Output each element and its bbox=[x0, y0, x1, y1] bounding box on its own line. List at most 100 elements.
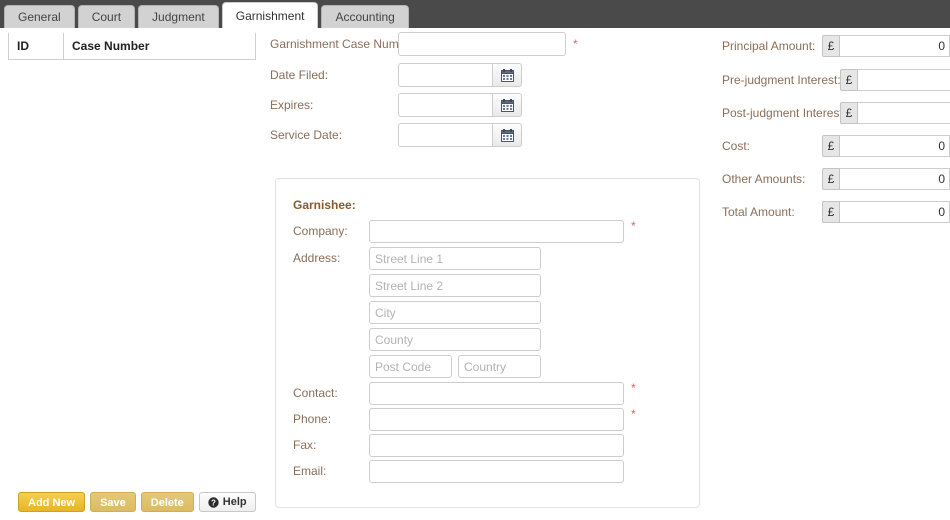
currency-symbol-principal: £ bbox=[822, 35, 840, 57]
field-row-fax: Fax: bbox=[276, 434, 699, 460]
address-street-line-2-input[interactable] bbox=[369, 274, 541, 297]
action-toolbar: Add New Save Delete ? Help bbox=[18, 492, 261, 512]
post-judgment-interest-field: £ bbox=[840, 102, 950, 124]
currency-symbol-post-judgment: £ bbox=[840, 102, 858, 124]
field-row-cost: Cost: £ bbox=[722, 129, 950, 162]
label-case-number: Garnishment Case Number: bbox=[270, 37, 398, 51]
label-other-amounts: Other Amounts: bbox=[722, 172, 822, 186]
field-row-address-street2 bbox=[276, 274, 699, 301]
service-date-picker bbox=[398, 123, 522, 147]
case-number-input[interactable] bbox=[398, 32, 566, 56]
save-button[interactable]: Save bbox=[90, 492, 136, 512]
svg-text:?: ? bbox=[211, 498, 216, 507]
label-total-amount: Total Amount: bbox=[722, 205, 822, 219]
calendar-icon-service-date[interactable] bbox=[492, 123, 522, 147]
tab-garnishment[interactable]: Garnishment bbox=[222, 2, 319, 28]
delete-button[interactable]: Delete bbox=[141, 492, 194, 512]
contact-input[interactable] bbox=[369, 382, 624, 405]
address-country-input[interactable] bbox=[458, 355, 541, 378]
field-row-expires: Expires: bbox=[270, 90, 710, 120]
help-button[interactable]: ? Help bbox=[199, 492, 256, 512]
label-post-judgment-interest: Post-judgment Interest: bbox=[722, 106, 840, 120]
currency-symbol-pre-judgment: £ bbox=[840, 69, 858, 91]
phone-input[interactable] bbox=[369, 408, 624, 431]
calendar-icon-expires[interactable] bbox=[492, 93, 522, 117]
email-input[interactable] bbox=[369, 460, 624, 483]
field-row-address-postcode-country bbox=[276, 355, 699, 382]
case-list-grid: ID Case Number bbox=[8, 33, 256, 59]
principal-amount-field: £ bbox=[822, 35, 950, 57]
address-city-input[interactable] bbox=[369, 301, 541, 324]
date-filed-picker bbox=[398, 63, 522, 87]
pre-judgment-interest-input[interactable] bbox=[858, 69, 950, 91]
label-pre-judgment-interest: Pre-judgment Interest: bbox=[722, 73, 840, 87]
field-row-phone: Phone: * bbox=[276, 408, 699, 434]
currency-symbol-cost: £ bbox=[822, 135, 840, 157]
field-row-company: Company: * bbox=[276, 220, 699, 247]
help-button-label: Help bbox=[223, 492, 247, 512]
tab-bar: General Court Judgment Garnishment Accou… bbox=[0, 0, 950, 28]
calendar-icon-date-filed[interactable] bbox=[492, 63, 522, 87]
field-row-address-city bbox=[276, 301, 699, 328]
garnishee-fields: Company: * Address: bbox=[276, 220, 699, 486]
field-row-post-judgment-interest: Post-judgment Interest: £ bbox=[722, 96, 950, 129]
field-row-address-street1: Address: bbox=[276, 247, 699, 274]
required-marker-contact: * bbox=[631, 382, 636, 394]
total-amount-field: £ bbox=[822, 201, 950, 223]
address-post-code-input[interactable] bbox=[369, 355, 452, 378]
other-amounts-input[interactable] bbox=[840, 168, 950, 190]
label-contact: Contact: bbox=[276, 382, 369, 404]
required-marker-case-number: * bbox=[573, 38, 578, 50]
cost-input[interactable] bbox=[840, 135, 950, 157]
field-row-pre-judgment-interest: Pre-judgment Interest: £ bbox=[722, 63, 950, 96]
expires-input[interactable] bbox=[398, 93, 493, 117]
label-expires: Expires: bbox=[270, 98, 398, 112]
garnishee-section-title: Garnishee: bbox=[293, 198, 356, 212]
field-row-date-filed: Date Filed: bbox=[270, 60, 710, 90]
currency-symbol-total: £ bbox=[822, 201, 840, 223]
pre-judgment-interest-field: £ bbox=[840, 69, 950, 91]
tab-accounting[interactable]: Accounting bbox=[321, 5, 408, 28]
label-service-date: Service Date: bbox=[270, 128, 398, 142]
required-marker-company: * bbox=[631, 220, 636, 232]
field-row-total-amount: Total Amount: £ bbox=[722, 195, 950, 228]
grid-column-header-case-number[interactable]: Case Number bbox=[64, 33, 255, 59]
garnishment-form: Garnishment Case Number: * Date Filed: bbox=[270, 28, 710, 150]
total-amount-input[interactable] bbox=[840, 201, 950, 223]
principal-amount-input[interactable] bbox=[840, 35, 950, 57]
currency-symbol-other: £ bbox=[822, 168, 840, 190]
field-row-contact: Contact: * bbox=[276, 382, 699, 408]
label-fax: Fax: bbox=[276, 434, 369, 456]
label-principal-amount: Principal Amount: bbox=[722, 39, 822, 53]
grid-column-header-id[interactable]: ID bbox=[9, 33, 64, 59]
field-row-principal-amount: Principal Amount: £ bbox=[722, 28, 950, 63]
add-new-button[interactable]: Add New bbox=[18, 492, 85, 512]
company-input[interactable] bbox=[369, 220, 624, 243]
help-icon: ? bbox=[208, 497, 219, 508]
label-email: Email: bbox=[276, 460, 369, 482]
service-date-input[interactable] bbox=[398, 123, 493, 147]
field-row-service-date: Service Date: bbox=[270, 120, 710, 150]
tab-court[interactable]: Court bbox=[78, 5, 135, 28]
garnishee-section: Garnishee: Company: * Address: bbox=[275, 178, 700, 508]
tab-judgment[interactable]: Judgment bbox=[138, 5, 219, 28]
fax-input[interactable] bbox=[369, 434, 624, 457]
field-row-email: Email: bbox=[276, 460, 699, 486]
date-filed-input[interactable] bbox=[398, 63, 493, 87]
expires-picker bbox=[398, 93, 522, 117]
cost-field: £ bbox=[822, 135, 950, 157]
address-county-input[interactable] bbox=[369, 328, 541, 351]
workspace: ID Case Number Garnishment Case Number: … bbox=[0, 28, 950, 520]
post-judgment-interest-input[interactable] bbox=[858, 102, 950, 124]
label-date-filed: Date Filed: bbox=[270, 68, 398, 82]
required-marker-phone: * bbox=[631, 408, 636, 420]
label-company: Company: bbox=[276, 220, 369, 242]
address-street-line-1-input[interactable] bbox=[369, 247, 541, 270]
field-row-address-county bbox=[276, 328, 699, 355]
label-cost: Cost: bbox=[722, 139, 822, 153]
amounts-panel: Principal Amount: £ Pre-judgment Interes… bbox=[722, 28, 950, 228]
other-amounts-field: £ bbox=[822, 168, 950, 190]
tab-general[interactable]: General bbox=[4, 5, 75, 28]
label-address: Address: bbox=[276, 247, 369, 269]
field-row-case-number: Garnishment Case Number: * bbox=[270, 28, 710, 60]
